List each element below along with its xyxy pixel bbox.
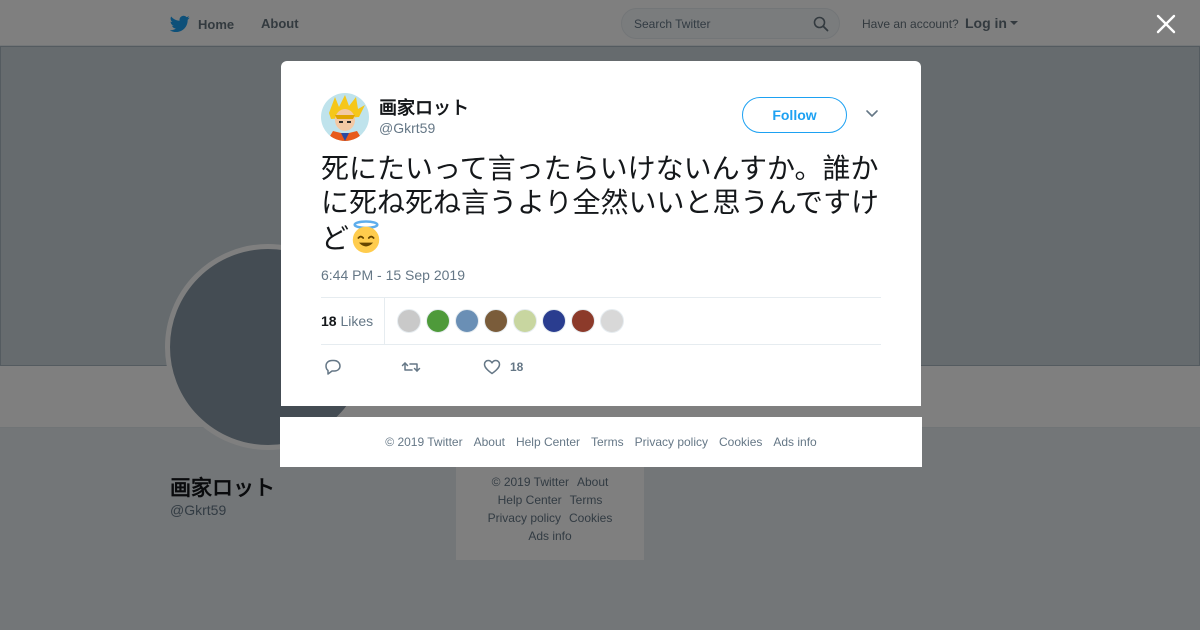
- tweet-author-avatar[interactable]: [321, 93, 369, 141]
- smiling-face-with-halo-icon: [352, 220, 380, 254]
- footer-copyright: © 2019 Twitter: [385, 435, 463, 449]
- liker-avatar[interactable]: [426, 309, 450, 333]
- tweet-author-name[interactable]: 画家ロット: [379, 94, 469, 120]
- likes-count: 18: [321, 313, 337, 329]
- likes-label: Likes: [340, 313, 374, 329]
- liker-avatars: [397, 309, 624, 333]
- tweet-timestamp[interactable]: 6:44 PM - 15 Sep 2019: [321, 267, 465, 283]
- liker-avatar[interactable]: [542, 309, 566, 333]
- tweet-actions: 18: [321, 355, 881, 379]
- tweet-text: 死にたいって言ったらいけないんすか。誰かに死ね死ね言うより全然いいと思うんですけ…: [321, 152, 887, 256]
- tweet-modal: 画家ロット @Gkrt59 Follow 死にたいって言ったらいけないんすか。誰…: [281, 61, 921, 406]
- close-icon[interactable]: [1155, 13, 1177, 35]
- reply-icon: [325, 359, 341, 375]
- like-count: 18: [510, 360, 524, 374]
- tweet-body: 死にたいって言ったらいけないんすか。誰かに死ね死ね言うより全然いいと思うんですけ…: [321, 153, 880, 254]
- stats-divider: [384, 298, 385, 345]
- footer-cookies-link[interactable]: Cookies: [719, 435, 762, 449]
- liker-avatar[interactable]: [455, 309, 479, 333]
- follow-button[interactable]: Follow: [742, 97, 847, 133]
- chevron-down-icon[interactable]: [865, 109, 879, 119]
- footer-privacy-link[interactable]: Privacy policy: [635, 435, 708, 449]
- reply-button[interactable]: [323, 357, 343, 377]
- liker-avatar[interactable]: [600, 309, 624, 333]
- footer-terms-link[interactable]: Terms: [591, 435, 624, 449]
- retweet-button[interactable]: [401, 357, 421, 377]
- footer-help-center-link[interactable]: Help Center: [516, 435, 580, 449]
- retweet-icon: [401, 362, 421, 372]
- avatar-image: [321, 93, 369, 141]
- like-button[interactable]: 18: [482, 357, 523, 377]
- liker-avatar[interactable]: [484, 309, 508, 333]
- modal-footer: © 2019 Twitter About Help Center Terms P…: [280, 417, 922, 467]
- tweet-author-handle[interactable]: @Gkrt59: [379, 120, 435, 136]
- footer-ads-info-link[interactable]: Ads info: [773, 435, 816, 449]
- footer-about-link[interactable]: About: [474, 435, 505, 449]
- liker-avatar[interactable]: [571, 309, 595, 333]
- likes-stat[interactable]: 18 Likes: [321, 313, 373, 329]
- liker-avatar[interactable]: [513, 309, 537, 333]
- tweet-stats: 18 Likes: [321, 297, 881, 345]
- heart-icon: [483, 359, 501, 375]
- liker-avatar[interactable]: [397, 309, 421, 333]
